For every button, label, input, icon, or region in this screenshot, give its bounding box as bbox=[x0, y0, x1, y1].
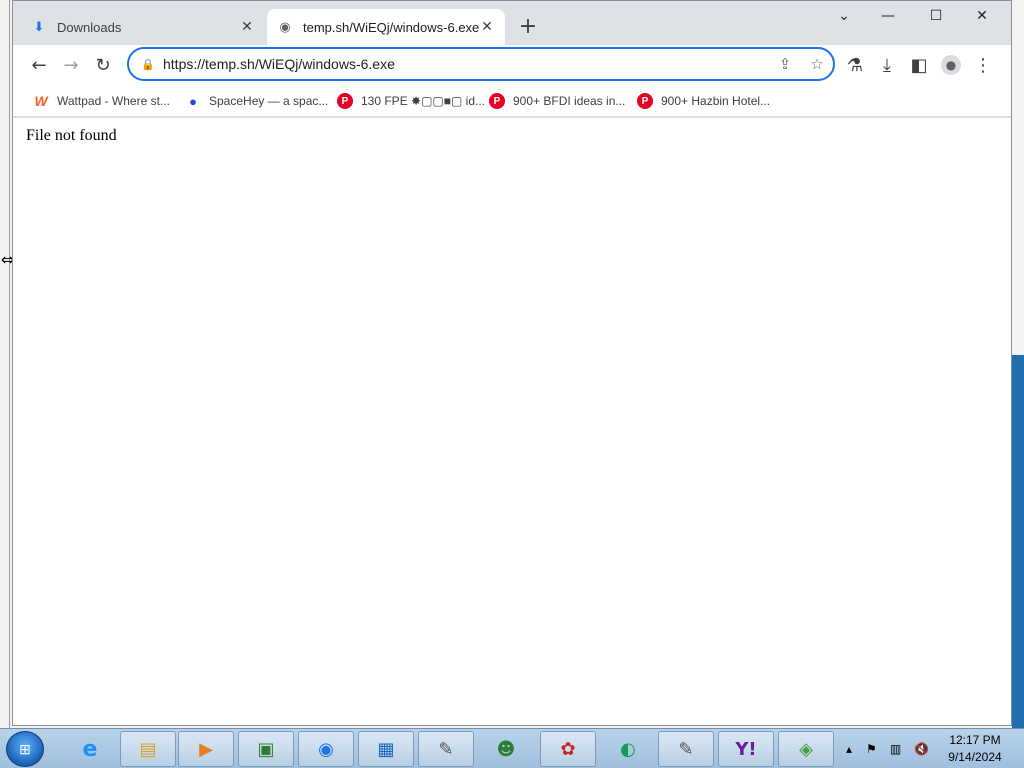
bookmark-label: 130 FPE ✸▢▢■▢ id... bbox=[361, 94, 486, 108]
new-tab-button[interactable]: + bbox=[515, 14, 541, 40]
download-icon[interactable]: ⤓ bbox=[873, 51, 901, 79]
bookmark-label: Wattpad - Where st... bbox=[57, 94, 170, 108]
address-url[interactable]: https://temp.sh/WiEQj/windows-6.exe bbox=[163, 56, 769, 72]
page-content: File not found bbox=[13, 118, 1011, 725]
pinterest-icon: P bbox=[337, 93, 353, 109]
spacehey-icon: ● bbox=[189, 93, 197, 109]
close-tab-icon[interactable]: ✕ bbox=[479, 19, 495, 35]
edge-icon[interactable]: ◐ bbox=[600, 731, 656, 767]
lock-icon[interactable]: 🔒 bbox=[141, 58, 155, 71]
bookmark-pinterest-bfdi[interactable]: P 900+ BFDI ideas in... bbox=[489, 91, 625, 111]
share-icon[interactable]: ⇪ bbox=[769, 50, 801, 78]
taskbar: ⊞ e ▤ ▶ ▣ ◉ ▦ ✎ ☻ ✿ ◐ ✎ Y! ◈ ▴ ⚑ ▥ 🔇 12:… bbox=[0, 728, 1024, 768]
bookmarks-bar: W Wattpad - Where st... ● SpaceHey — a s… bbox=[13, 85, 1011, 117]
tab-title: Downloads bbox=[57, 19, 122, 35]
address-bar[interactable]: 🔒 https://temp.sh/WiEQj/windows-6.exe ⇪ … bbox=[127, 47, 835, 81]
tab-strip: ⬇ Downloads ✕ ◉ temp.sh/WiEQj/windows-6.… bbox=[13, 1, 1011, 45]
reload-button[interactable]: ↻ bbox=[89, 51, 117, 79]
action-center-flag-icon[interactable]: ⚑ bbox=[866, 729, 877, 768]
clock-date: 9/14/2024 bbox=[948, 750, 1002, 764]
bookmark-label: 900+ Hazbin Hotel... bbox=[661, 94, 771, 108]
toolbar: ← → ↻ 🔒 https://temp.sh/WiEQj/windows-6.… bbox=[13, 45, 1011, 85]
bookmark-pinterest-hazbin[interactable]: P 900+ Hazbin Hotel... bbox=[637, 91, 770, 111]
media-player-icon[interactable]: ▶ bbox=[178, 731, 234, 767]
maximize-button[interactable]: ☐ bbox=[913, 1, 959, 31]
paint-icon[interactable]: ✿ bbox=[540, 731, 596, 767]
clock[interactable]: 12:17 PM 9/14/2024 bbox=[938, 732, 1012, 766]
start-button[interactable]: ⊞ bbox=[6, 731, 44, 767]
side-panel-icon[interactable]: ◧ bbox=[905, 51, 933, 79]
chrome-icon[interactable]: ◉ bbox=[298, 731, 354, 767]
close-tab-icon[interactable]: ✕ bbox=[239, 19, 255, 35]
internet-explorer-icon[interactable]: e bbox=[62, 731, 118, 767]
volume-muted-icon[interactable]: 🔇 bbox=[914, 729, 929, 768]
back-button[interactable]: ← bbox=[25, 51, 53, 79]
clock-time: 12:17 PM bbox=[949, 733, 1001, 747]
yahoo-messenger-icon[interactable]: Y! bbox=[718, 731, 774, 767]
wattpad-icon: W bbox=[34, 93, 48, 109]
file-explorer-icon[interactable]: ▤ bbox=[120, 731, 176, 767]
desktop-left-strip bbox=[0, 0, 10, 728]
forward-button[interactable]: → bbox=[57, 51, 85, 79]
program-icon[interactable]: ▦ bbox=[358, 731, 414, 767]
show-hidden-icons[interactable]: ▴ bbox=[846, 729, 852, 768]
pinterest-icon: P bbox=[489, 93, 505, 109]
close-window-button[interactable]: ✕ bbox=[959, 1, 1005, 31]
minimize-button[interactable]: — bbox=[865, 1, 911, 31]
tab-title: temp.sh/WiEQj/windows-6.exe bbox=[303, 19, 479, 35]
bookmark-star-icon[interactable]: ☆ bbox=[801, 50, 833, 78]
menu-icon[interactable]: ⋮ bbox=[969, 51, 997, 79]
bluestacks-icon[interactable]: ◈ bbox=[778, 731, 834, 767]
program-icon[interactable]: ✎ bbox=[418, 731, 474, 767]
bookmark-spacehey[interactable]: ● SpaceHey — a spac... bbox=[185, 91, 328, 111]
tab-search-button[interactable]: ⌄ bbox=[821, 1, 867, 31]
desktop-right-strip bbox=[1012, 355, 1024, 728]
bookmark-label: 900+ BFDI ideas in... bbox=[513, 94, 626, 108]
bookmark-wattpad[interactable]: W Wattpad - Where st... bbox=[33, 91, 170, 111]
pinterest-icon: P bbox=[637, 93, 653, 109]
browser-window: ⬇ Downloads ✕ ◉ temp.sh/WiEQj/windows-6.… bbox=[12, 0, 1012, 726]
network-icon[interactable]: ▥ bbox=[890, 729, 901, 768]
globe-icon: ◉ bbox=[279, 19, 291, 35]
profile-avatar[interactable]: ● bbox=[937, 51, 965, 79]
tab-downloads[interactable]: ⬇ Downloads ✕ bbox=[21, 9, 265, 45]
tab-temp-sh[interactable]: ◉ temp.sh/WiEQj/windows-6.exe ✕ bbox=[267, 9, 505, 45]
download-icon: ⬇ bbox=[33, 19, 45, 35]
program-icon[interactable]: ▣ bbox=[238, 731, 294, 767]
bookmark-label: SpaceHey — a spac... bbox=[209, 94, 329, 108]
labs-icon[interactable]: ⚗ bbox=[841, 51, 869, 79]
bookmark-pinterest-fpe[interactable]: P 130 FPE ✸▢▢■▢ id... bbox=[337, 91, 485, 111]
page-message: File not found bbox=[26, 127, 117, 144]
program-icon[interactable]: ✎ bbox=[658, 731, 714, 767]
people-icon[interactable]: ☻ bbox=[478, 731, 534, 767]
